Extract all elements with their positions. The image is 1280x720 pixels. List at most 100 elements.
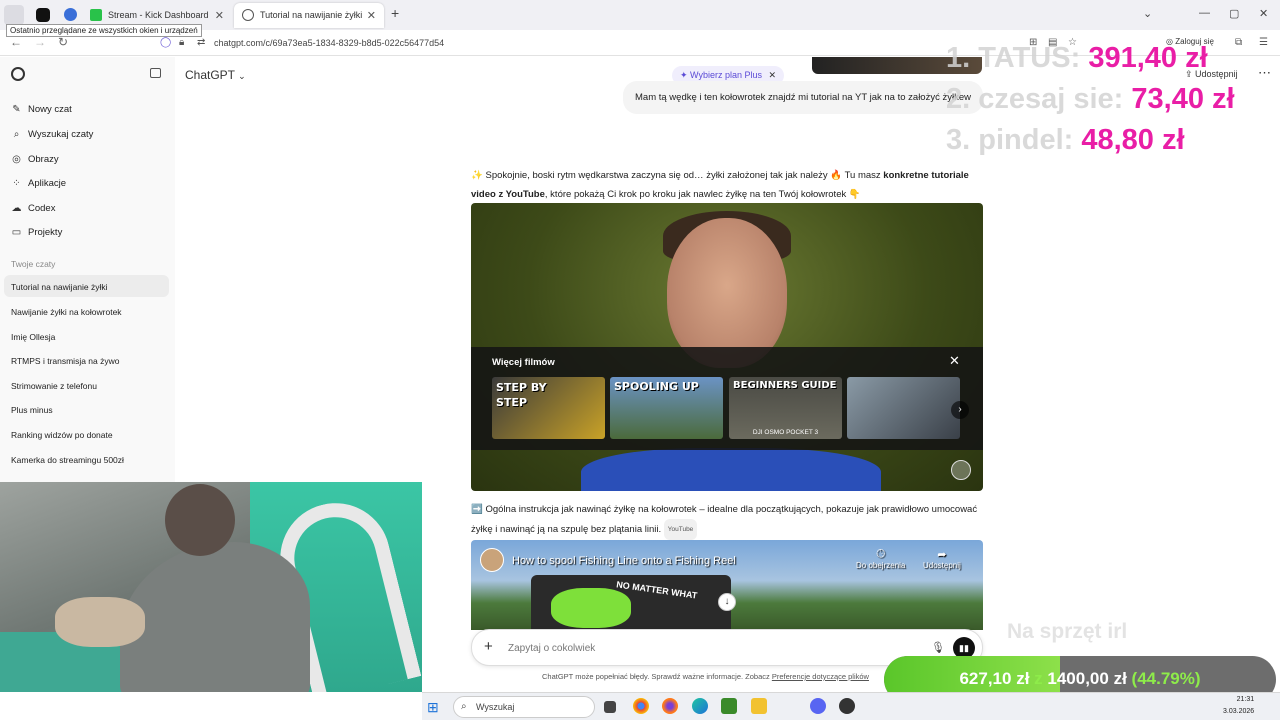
rank-name: 2. czesaj sie: bbox=[946, 83, 1124, 115]
recent-tabs-icon[interactable] bbox=[4, 5, 24, 25]
firefox-icon[interactable] bbox=[662, 698, 678, 714]
tab-list-chevron-icon[interactable]: ⌄ bbox=[1143, 7, 1152, 20]
image-icon: ◎ bbox=[12, 153, 21, 165]
reload-icon[interactable]: ↻ bbox=[58, 35, 68, 49]
close-icon[interactable]: ✕ bbox=[949, 353, 960, 369]
paragraph-text: ➡️ Ogólna instrukcja jak nawinąć żyłkę n… bbox=[471, 504, 978, 536]
edge-icon[interactable] bbox=[692, 698, 708, 714]
minecraft-icon[interactable] bbox=[721, 698, 737, 714]
chat-history-item[interactable]: Kamerka do streamingu 500zł bbox=[4, 448, 169, 470]
tab-chatgpt[interactable]: Tutorial na nawijanie żyłki ✕ bbox=[234, 3, 384, 28]
file-explorer-icon[interactable] bbox=[751, 698, 767, 714]
lock-icon[interactable]: 🔒︎ bbox=[179, 37, 184, 48]
site-settings-icon[interactable]: ⇄ bbox=[197, 37, 205, 48]
microphone-icon[interactable]: 🎙︎ bbox=[931, 641, 945, 654]
search-icon: ⌕ bbox=[13, 128, 20, 140]
webcam-person bbox=[120, 542, 310, 692]
sidebar-item-images[interactable]: ◎ Obrazy bbox=[11, 151, 59, 167]
url-field[interactable]: chatgpt.com/c/69a73ea5-1834-8329-b8d5-02… bbox=[214, 38, 444, 48]
rank-amount: 73,40 zł bbox=[1131, 83, 1235, 115]
chat-history-item[interactable]: Plus minus bbox=[4, 398, 169, 420]
codex-icon: ☁ bbox=[11, 202, 22, 214]
taskbar-search[interactable]: ⌕ Wyszukaj bbox=[453, 696, 595, 718]
sidebar-item-codex[interactable]: ☁ Codex bbox=[11, 200, 56, 216]
clock-icon: 🕒︎ bbox=[876, 548, 886, 560]
windows-start-icon[interactable]: ⊞ bbox=[427, 699, 439, 716]
next-arrow-icon[interactable]: › bbox=[951, 401, 969, 419]
thumbnail-subtitle: DJI OSMO POCKET 3 bbox=[752, 429, 819, 436]
attach-plus-icon[interactable]: + bbox=[484, 638, 493, 655]
chat-history-item[interactable]: RTMPS i transmisja na żywo bbox=[4, 349, 169, 371]
more-videos-panel: Więcej filmów ✕ STEP BY STEP SPOOLING UP… bbox=[471, 347, 983, 450]
video-title[interactable]: How to spool Fishing Line onto a Fishing… bbox=[512, 555, 736, 567]
pinned-tab-tp-icon[interactable] bbox=[36, 8, 50, 22]
sidebar-item-apps[interactable]: ⁘ Aplikacje bbox=[11, 175, 66, 191]
pinned-tab-b-icon[interactable] bbox=[64, 8, 77, 21]
user-message: Mam tą wędkę i ten kołowrotek znajdź mi … bbox=[623, 81, 983, 114]
minimize-icon[interactable]: — bbox=[1199, 7, 1210, 19]
rank-name: 3. pindel: bbox=[946, 124, 1074, 156]
video-person-face bbox=[667, 218, 787, 368]
chrome-icon[interactable] bbox=[633, 698, 649, 714]
sidebar-item-new-chat[interactable]: ✎ Nowy czat bbox=[11, 101, 72, 117]
back-icon[interactable]: ← bbox=[10, 35, 22, 49]
donation-rank-1: 1. TATUS: 391,40 zł bbox=[946, 42, 1208, 75]
chat-history-item[interactable]: Ranking widzów po donate bbox=[4, 423, 169, 445]
related-video-thumbnail[interactable] bbox=[847, 377, 960, 439]
goal-current: 627,10 zł bbox=[959, 669, 1030, 688]
webcam-overlay bbox=[0, 482, 422, 692]
search-icon: ⌕ bbox=[461, 701, 467, 712]
sidebar-toggle-icon[interactable] bbox=[150, 68, 161, 78]
thumbnail-title: STEP BY STEP bbox=[496, 381, 547, 409]
new-tab-button[interactable]: + bbox=[391, 5, 399, 21]
chat-history-item[interactable]: Tutorial na nawijanie żyłki bbox=[4, 275, 169, 297]
menu-icon[interactable]: ☰ bbox=[1259, 37, 1268, 48]
discord-icon[interactable] bbox=[810, 698, 826, 714]
sidebar-item-projects[interactable]: ▭ Projekty bbox=[11, 224, 63, 240]
channel-watermark-icon[interactable] bbox=[951, 460, 971, 480]
youtube-video-player[interactable]: Więcej filmów ✕ STEP BY STEP SPOOLING UP… bbox=[471, 203, 983, 491]
composer-placeholder[interactable]: Zapytaj o cokolwiek bbox=[508, 643, 595, 654]
assistant-message-intro: ✨ Spokojnie, boski rytm wędkarstwa zaczy… bbox=[471, 166, 991, 204]
rank-amount: 48,80 zł bbox=[1081, 124, 1185, 156]
close-tab-icon[interactable]: ✕ bbox=[367, 9, 376, 22]
chatgpt-logo-icon[interactable] bbox=[11, 67, 25, 81]
shield-icon[interactable]: ◯ bbox=[160, 37, 171, 48]
channel-avatar[interactable] bbox=[480, 548, 504, 572]
clock-time: 21:31 bbox=[1236, 696, 1255, 703]
goal-title: Na sprzęt irl bbox=[1007, 620, 1128, 643]
model-name: ChatGPT bbox=[185, 68, 235, 82]
system-clock[interactable]: 21:31 3.03.2026 bbox=[1223, 694, 1254, 718]
sparkle-icon: ✨ bbox=[471, 170, 483, 181]
watch-later-button[interactable]: 🕒︎ Do obejrzenia bbox=[856, 548, 905, 570]
donation-rank-2: 2. czesaj sie: 73,40 zł bbox=[946, 83, 1235, 116]
related-video-thumbnail[interactable]: SPOOLING UP bbox=[610, 377, 723, 439]
disclaimer-link[interactable]: Preferencje dotyczące plików bbox=[772, 672, 869, 681]
video-person-shirt bbox=[581, 448, 881, 491]
extensions-icon[interactable]: ⧉ bbox=[1235, 37, 1242, 48]
sidebar-item-search-chats[interactable]: ⌕ Wyszukaj czaty bbox=[11, 126, 94, 142]
clock-date: 3.03.2026 bbox=[1223, 708, 1255, 715]
related-video-thumbnail[interactable]: STEP BY STEP bbox=[492, 377, 605, 439]
model-selector[interactable]: ChatGPT ⌄ bbox=[185, 68, 246, 82]
maximize-icon[interactable]: ▢ bbox=[1229, 7, 1239, 20]
sidebar-item-label: Obrazy bbox=[28, 153, 59, 165]
source-chip[interactable]: YouTube bbox=[663, 519, 698, 540]
folder-icon: ▭ bbox=[11, 226, 22, 238]
youtube-video-player[interactable]: NO MATTER WHAT How to spool Fishing Line… bbox=[471, 540, 983, 630]
chat-history-item[interactable]: Nawijanie żyłki na kołowrotek bbox=[4, 300, 169, 322]
chat-history-item[interactable]: Strimowanie z telefonu bbox=[4, 374, 169, 396]
chat-history-item[interactable]: Imię Ollesja bbox=[4, 325, 169, 347]
close-icon[interactable]: ✕ bbox=[769, 70, 777, 80]
task-view-icon[interactable] bbox=[604, 701, 616, 713]
more-options-icon[interactable]: ⋯ bbox=[1258, 65, 1271, 81]
video-share-button[interactable]: ➦ Udostępnij bbox=[923, 548, 961, 570]
app-icon[interactable] bbox=[839, 698, 855, 714]
forward-icon[interactable]: → bbox=[34, 35, 46, 49]
related-video-thumbnail[interactable]: BEGINNERS GUIDE DJI OSMO POCKET 3 bbox=[729, 377, 842, 439]
close-window-icon[interactable]: ✕ bbox=[1259, 7, 1268, 20]
scroll-down-icon[interactable]: ↓ bbox=[718, 593, 736, 611]
close-tab-icon[interactable]: ✕ bbox=[215, 9, 224, 22]
sidebar-item-label: Aplikacje bbox=[28, 177, 67, 189]
rank-amount: 391,40 zł bbox=[1088, 42, 1208, 74]
